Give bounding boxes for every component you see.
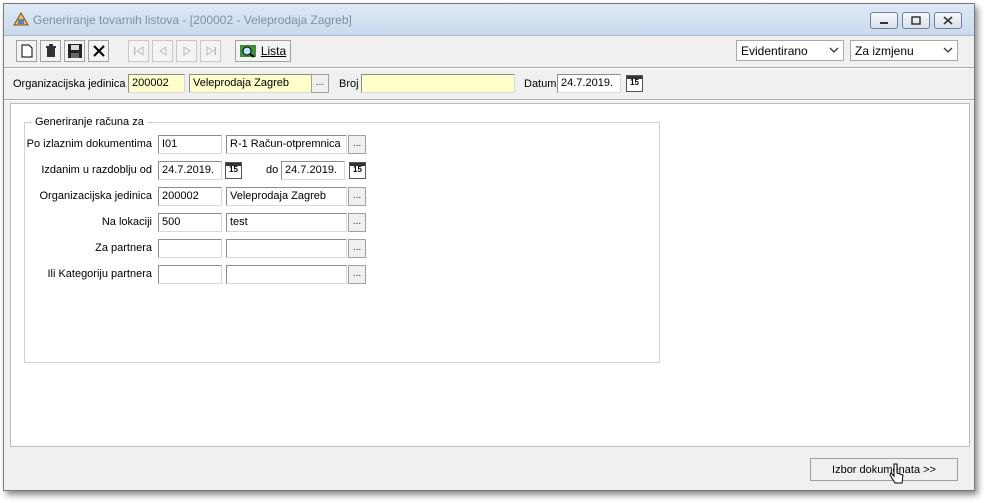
org-jedinica-lookup-button[interactable]: ... [348,187,366,206]
next-record-button[interactable] [176,40,197,62]
prev-icon [158,46,166,56]
calendar-icon[interactable]: 15 [626,75,643,92]
org-unit-label: Organizacijska jedinica [13,78,126,90]
main-window: Generiranje tovarnih listova - [200002 -… [3,3,975,491]
header-bar: Organizacijska jedinica 200002 Veleproda… [4,70,974,98]
status-select-value: Evidentirano [741,44,808,58]
prev-record-button[interactable] [152,40,173,62]
app-icon [13,12,29,26]
groupbox-generiranje: Generiranje računa za Po izlaznim dokume… [24,116,660,363]
save-button[interactable] [64,40,85,62]
kategorija-lookup-button[interactable]: ... [348,265,366,284]
partner-name-field[interactable] [226,239,347,258]
mode-select[interactable]: Za izmjenu [850,40,958,61]
broj-label: Broj [339,78,359,90]
lokacija-name-field[interactable]: test [226,213,347,232]
po-izlaznim-label: Po izlaznim dokumentima [26,138,152,150]
restore-button[interactable] [902,12,930,29]
partner-lookup-button[interactable]: ... [348,239,366,258]
calendar-icon[interactable]: 15 [349,162,366,179]
delete-button[interactable] [40,40,61,62]
first-record-button[interactable] [128,40,149,62]
org-jedinica-code-field[interactable]: 200002 [158,187,222,206]
dokument-code-field[interactable]: I01 [158,135,222,154]
first-icon [133,46,143,56]
izdanim-label: Izdanim u razdoblju od [41,164,152,176]
close-icon [943,16,953,25]
partner-label: Za partnera [95,242,152,254]
partner-code-field[interactable] [158,239,222,258]
last-icon [206,46,216,56]
org-jedinica-name-field[interactable]: Veleprodaja Zagreb [226,187,347,206]
kategorija-code-field[interactable] [158,265,222,284]
chevron-down-icon [943,47,953,53]
main-content: Generiranje računa za Po izlaznim dokume… [10,103,970,447]
mouse-cursor-icon [889,463,904,484]
lokacija-label: Na lokaciji [101,216,152,228]
cancel-button[interactable] [88,40,109,62]
chevron-down-icon [829,47,839,53]
title-bar: Generiranje tovarnih listova - [200002 -… [4,4,974,36]
restore-icon [911,16,921,25]
groupbox-title: Generiranje računa za [32,116,147,128]
divider [4,67,974,69]
lokacija-code-field[interactable]: 500 [158,213,222,232]
org-unit-code-field[interactable]: 200002 [128,74,185,93]
kategorija-name-field[interactable] [226,265,347,284]
window-title: Generiranje tovarnih listova - [200002 -… [33,13,352,27]
broj-field[interactable] [361,74,515,93]
period-to-field[interactable]: 24.7.2019. [281,161,345,180]
status-select[interactable]: Evidentirano [736,40,844,61]
x-icon [92,45,105,57]
calendar-icon[interactable]: 15 [225,162,242,179]
dokument-lookup-button[interactable]: ... [348,135,366,154]
trash-icon [45,44,56,57]
close-window-button[interactable] [934,12,962,29]
minimize-icon [880,21,888,24]
last-record-button[interactable] [200,40,221,62]
next-icon [183,46,191,56]
search-list-icon [239,45,256,58]
floppy-disk-icon [67,44,82,58]
lista-button[interactable]: Lista [235,40,291,62]
lista-label: Lista [260,44,287,58]
izbor-dokumenata-label: Izbor dokumenata >> [832,463,936,476]
divider [4,99,974,101]
org-unit-lookup-button[interactable]: ... [311,74,329,93]
izbor-dokumenata-button[interactable]: Izbor dokumenata >> [810,458,958,481]
new-button[interactable] [16,40,37,62]
kategorija-label: Ili Kategoriju partnera [47,268,152,280]
minimize-button[interactable] [870,12,898,29]
toolbar: Lista Evidentirano Za izmjenu [10,38,968,66]
bottom-bar: Izbor dokumenata >> [10,452,970,486]
datum-label: Datum [524,78,557,90]
mode-select-value: Za izmjenu [855,44,914,58]
org-jedinica-label: Organizacijska jedinica [39,190,153,202]
datum-field[interactable]: 24.7.2019. [557,74,621,93]
period-from-field[interactable]: 24.7.2019. [158,161,222,180]
dokument-name-field[interactable]: R-1 Račun-otpremnica [226,135,347,154]
lokacija-lookup-button[interactable]: ... [348,213,366,232]
org-unit-name-field[interactable]: Veleprodaja Zagreb [189,74,312,93]
new-document-icon [21,44,32,58]
period-to-label: do [266,164,279,176]
